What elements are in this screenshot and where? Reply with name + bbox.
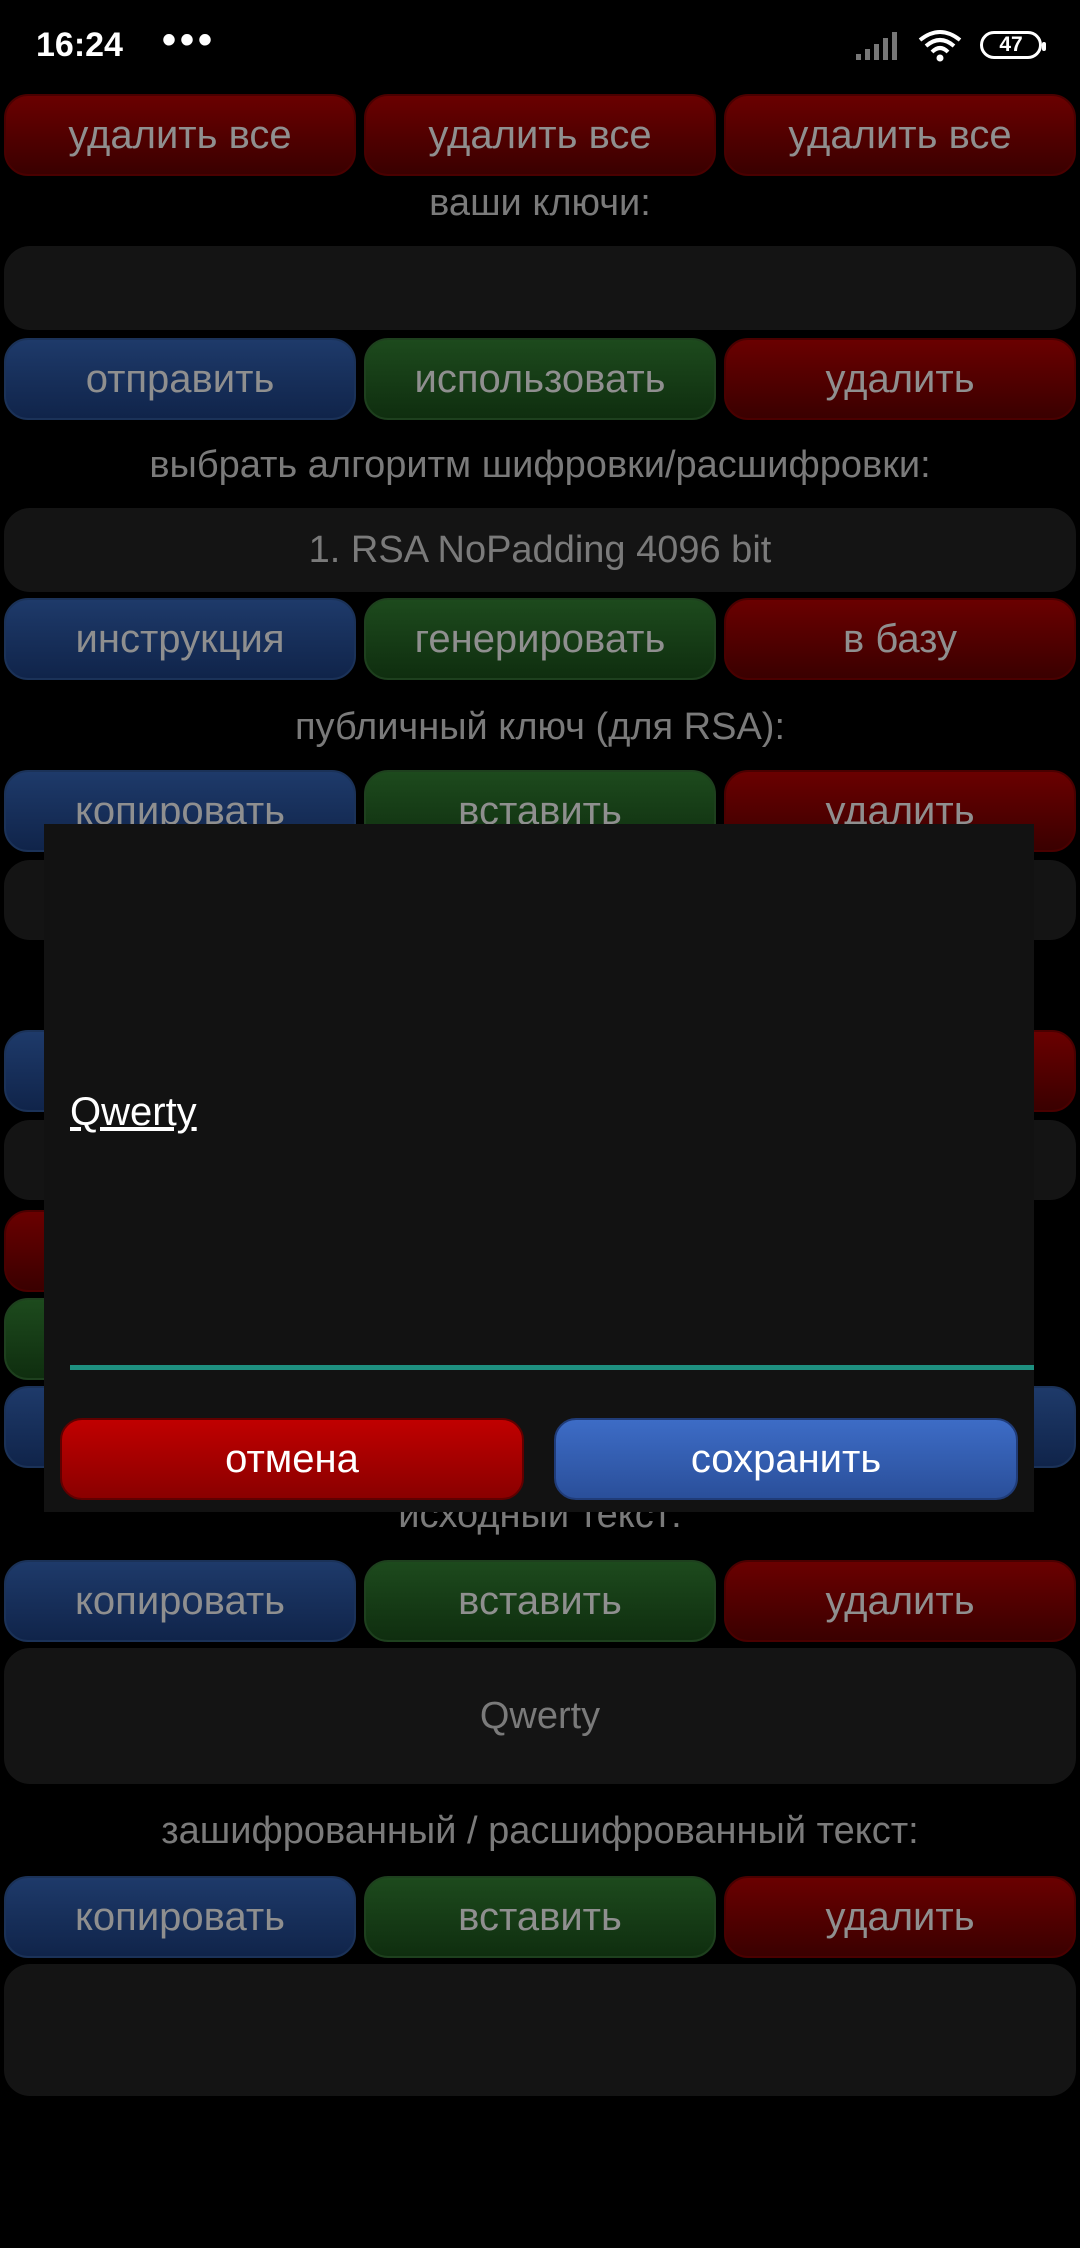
public-key-label: публичный ключ (для RSA):: [294, 706, 786, 748]
copy-source-button[interactable]: копировать: [4, 1560, 356, 1642]
delete-all-button-2[interactable]: удалить все: [364, 94, 716, 176]
wifi-icon: [918, 30, 962, 62]
source-text-field[interactable]: Qwerty: [4, 1648, 1076, 1784]
save-button[interactable]: сохранить: [554, 1418, 1018, 1500]
keys-field[interactable]: [4, 246, 1076, 330]
result-text-label: зашифрованный / расшифрованный текст:: [161, 1810, 919, 1852]
status-icons: 47: [856, 28, 1046, 62]
algorithm-select[interactable]: 1. RSA NoPadding 4096 bit: [4, 508, 1076, 592]
copy-result-button[interactable]: копировать: [4, 1876, 356, 1958]
delete-result-button[interactable]: удалить: [724, 1876, 1076, 1958]
delete-source-button[interactable]: удалить: [724, 1560, 1076, 1642]
edit-dialog: Qwerty отмена сохранить: [44, 824, 1034, 1512]
cancel-button[interactable]: отмена: [60, 1418, 524, 1500]
algorithm-label: выбрать алгоритм шифровки/расшифровки:: [149, 444, 931, 486]
dialog-input-value: Qwerty: [70, 1090, 197, 1134]
status-bar: 16:24 ••• 47: [0, 0, 1080, 92]
battery-icon: 47: [980, 31, 1046, 59]
keys-label: ваши ключи:: [429, 182, 651, 224]
generate-button[interactable]: генерировать: [364, 598, 716, 680]
delete-all-button-3[interactable]: удалить все: [724, 94, 1076, 176]
instructions-button[interactable]: инструкция: [4, 598, 356, 680]
send-button[interactable]: отправить: [4, 338, 356, 420]
delete-key-button[interactable]: удалить: [724, 338, 1076, 420]
use-button[interactable]: использовать: [364, 338, 716, 420]
battery-level: 47: [999, 33, 1023, 56]
screen: удалить все удалить все удалить все ваши…: [0, 0, 1080, 2248]
signal-icon: [856, 32, 897, 60]
paste-source-button[interactable]: вставить: [364, 1560, 716, 1642]
to-database-button[interactable]: в базу: [724, 598, 1076, 680]
paste-result-button[interactable]: вставить: [364, 1876, 716, 1958]
status-time: 16:24: [36, 26, 123, 64]
dialog-text-input[interactable]: Qwerty: [70, 824, 1034, 1370]
result-text-field[interactable]: [4, 1964, 1076, 2096]
delete-all-button-1[interactable]: удалить все: [4, 94, 356, 176]
notification-dots-icon: •••: [162, 18, 217, 62]
